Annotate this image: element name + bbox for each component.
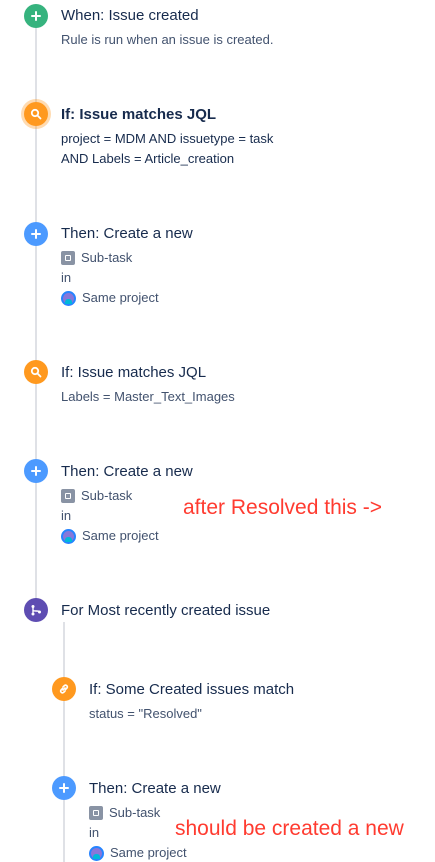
action-2-project: Same project xyxy=(61,528,159,544)
branch-condition-title[interactable]: If: Some Created issues match xyxy=(89,681,294,699)
branch-condition-jql-line-1: status = "Resolved" xyxy=(89,706,202,721)
action-2-issue-type-label: Sub-task xyxy=(81,488,133,503)
branch-icon[interactable] xyxy=(24,598,48,622)
project-avatar-icon xyxy=(61,528,76,544)
branch-title[interactable]: For Most recently created issue xyxy=(61,602,270,620)
action-2-title[interactable]: Then: Create a new xyxy=(61,463,193,481)
action-1-issue-type: Sub-task xyxy=(61,250,132,266)
subtask-icon xyxy=(89,806,103,820)
project-avatar-icon xyxy=(89,845,104,861)
branch-condition-link-icon[interactable] xyxy=(52,677,76,701)
action-3-issue-type-label: Sub-task xyxy=(109,805,161,820)
action-1-in-label: in xyxy=(61,270,72,285)
trigger-title[interactable]: When: Issue created xyxy=(61,7,199,25)
action-2-in-label: in xyxy=(61,508,72,523)
action-2-project-label: Same project xyxy=(82,528,159,543)
condition-1-jql-line-2: AND Labels = Article_creation xyxy=(61,151,235,166)
action-2-issue-type: Sub-task xyxy=(61,488,132,504)
action-3-title[interactable]: Then: Create a new xyxy=(89,780,221,798)
action-3-issue-type: Sub-task xyxy=(89,805,160,821)
annotation-note-2: should be created a new xyxy=(175,817,404,840)
action-1-project: Same project xyxy=(61,290,159,306)
action-plus-icon[interactable] xyxy=(52,776,76,800)
condition-search-icon[interactable] xyxy=(24,360,48,384)
trigger-plus-icon[interactable] xyxy=(24,4,48,28)
subtask-icon xyxy=(61,489,75,503)
action-1-project-label: Same project xyxy=(82,290,159,305)
subtask-icon xyxy=(61,251,75,265)
action-1-title[interactable]: Then: Create a new xyxy=(61,225,193,243)
condition-2-jql-line-1: Labels = Master_Text_Images xyxy=(61,389,235,404)
branch-connector-line xyxy=(63,622,65,862)
action-1-issue-type-label: Sub-task xyxy=(81,250,133,265)
trigger-description: Rule is run when an issue is created. xyxy=(61,32,274,47)
action-plus-icon[interactable] xyxy=(24,459,48,483)
project-avatar-icon xyxy=(61,290,76,306)
condition-1-jql-line-1: project = MDM AND issuetype = task xyxy=(61,131,274,146)
action-3-in-label: in xyxy=(89,825,100,840)
action-3-project: Same project xyxy=(89,845,187,861)
condition-1-title[interactable]: If: Issue matches JQL xyxy=(61,106,216,124)
condition-search-icon[interactable] xyxy=(24,102,48,126)
action-plus-icon[interactable] xyxy=(24,222,48,246)
action-3-project-label: Same project xyxy=(110,845,187,860)
annotation-note-1: after Resolved this -> xyxy=(183,496,383,519)
condition-2-title[interactable]: If: Issue matches JQL xyxy=(61,364,206,382)
